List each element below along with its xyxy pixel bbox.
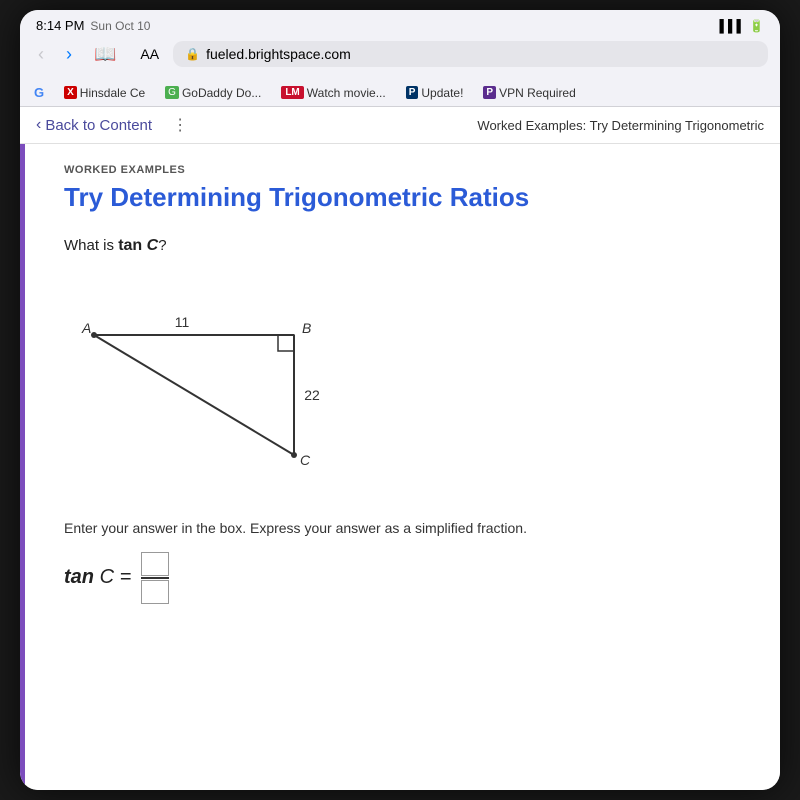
hinsdale-label: Hinsdale Ce: [80, 86, 145, 100]
instructions-text: Enter your answer in the box. Express yo…: [64, 520, 756, 536]
numerator-input[interactable]: [141, 552, 169, 576]
bookmarks-bar: G X Hinsdale Ce G GoDaddy Do... LM Watch…: [20, 79, 780, 107]
lock-icon: 🔒: [185, 47, 200, 61]
address-bar[interactable]: 🔒 fueled.brightspace.com: [173, 41, 768, 67]
fraction-container: [141, 552, 169, 604]
battery-icon: 🔋: [749, 19, 764, 33]
question-text: What is tan C?: [64, 237, 756, 255]
bookmark-watch[interactable]: LM Watch movie...: [275, 84, 391, 102]
bookmark-hinsdale[interactable]: X Hinsdale Ce: [58, 84, 151, 102]
update-icon: P: [406, 86, 419, 99]
fraction-line: [141, 577, 169, 579]
section-title: Try Determining Trigonometric Ratios: [64, 182, 756, 213]
vpn-label: VPN Required: [499, 86, 576, 100]
page-title: Worked Examples: Try Determining Trigono…: [200, 118, 764, 133]
bookmarks-btn[interactable]: 📖: [88, 42, 122, 67]
bookmark-vpn[interactable]: P VPN Required: [477, 84, 581, 102]
browser-chrome: ‹ › 📖 AA 🔒 fueled.brightspace.com: [20, 37, 780, 79]
forward-nav-btn[interactable]: ›: [60, 42, 78, 67]
hinsdale-icon: X: [64, 86, 77, 99]
page-header: ‹ Back to Content ⋮ Worked Examples: Try…: [20, 107, 780, 144]
back-nav-btn[interactable]: ‹: [32, 42, 50, 67]
svg-text:22: 22: [304, 387, 320, 403]
back-label: Back to Content: [45, 117, 152, 134]
svg-text:B: B: [302, 320, 311, 336]
vpn-icon: P: [483, 86, 496, 99]
bookmark-google[interactable]: G: [28, 83, 50, 102]
url-text: fueled.brightspace.com: [206, 46, 351, 62]
watch-label: Watch movie...: [307, 86, 386, 100]
back-to-content-btn[interactable]: ‹ Back to Content: [36, 116, 152, 134]
worked-examples-label: WORKED EXAMPLES: [64, 164, 756, 176]
answer-label: tan C =: [64, 566, 131, 589]
google-icon: G: [34, 85, 44, 100]
update-label: Update!: [421, 86, 463, 100]
purple-accent-bar: [20, 144, 25, 790]
triangle-diagram: A B C 11 22: [74, 275, 756, 500]
main-content: WORKED EXAMPLES Try Determining Trigonom…: [20, 144, 780, 790]
godaddy-label: GoDaddy Do...: [182, 86, 261, 100]
svg-text:11: 11: [175, 314, 190, 330]
godaddy-icon: G: [165, 86, 179, 99]
date-display: Sun Oct 10: [90, 19, 150, 33]
aa-button[interactable]: AA: [140, 46, 159, 62]
answer-area: tan C =: [64, 552, 756, 604]
bookmark-update[interactable]: P Update!: [400, 84, 470, 102]
bookmark-godaddy[interactable]: G GoDaddy Do...: [159, 84, 267, 102]
tablet-frame: 8:14 PM Sun Oct 10 ▌▌▌ 🔋 ‹ › 📖 AA 🔒 fuel…: [20, 10, 780, 790]
time-display: 8:14 PM: [36, 18, 84, 33]
status-bar: 8:14 PM Sun Oct 10 ▌▌▌ 🔋: [20, 10, 780, 37]
svg-text:A: A: [81, 320, 91, 336]
denominator-input[interactable]: [141, 580, 169, 604]
content-inner: WORKED EXAMPLES Try Determining Trigonom…: [44, 164, 756, 604]
back-chevron-icon: ‹: [36, 116, 41, 134]
triangle-svg: A B C 11 22: [74, 275, 374, 495]
svg-text:C: C: [300, 452, 311, 468]
menu-dots-icon[interactable]: ⋮: [172, 115, 188, 135]
watch-icon: LM: [281, 86, 303, 99]
browser-nav: ‹ › 📖 AA 🔒 fueled.brightspace.com: [32, 41, 768, 67]
wifi-icon: ▌▌▌: [720, 19, 746, 33]
